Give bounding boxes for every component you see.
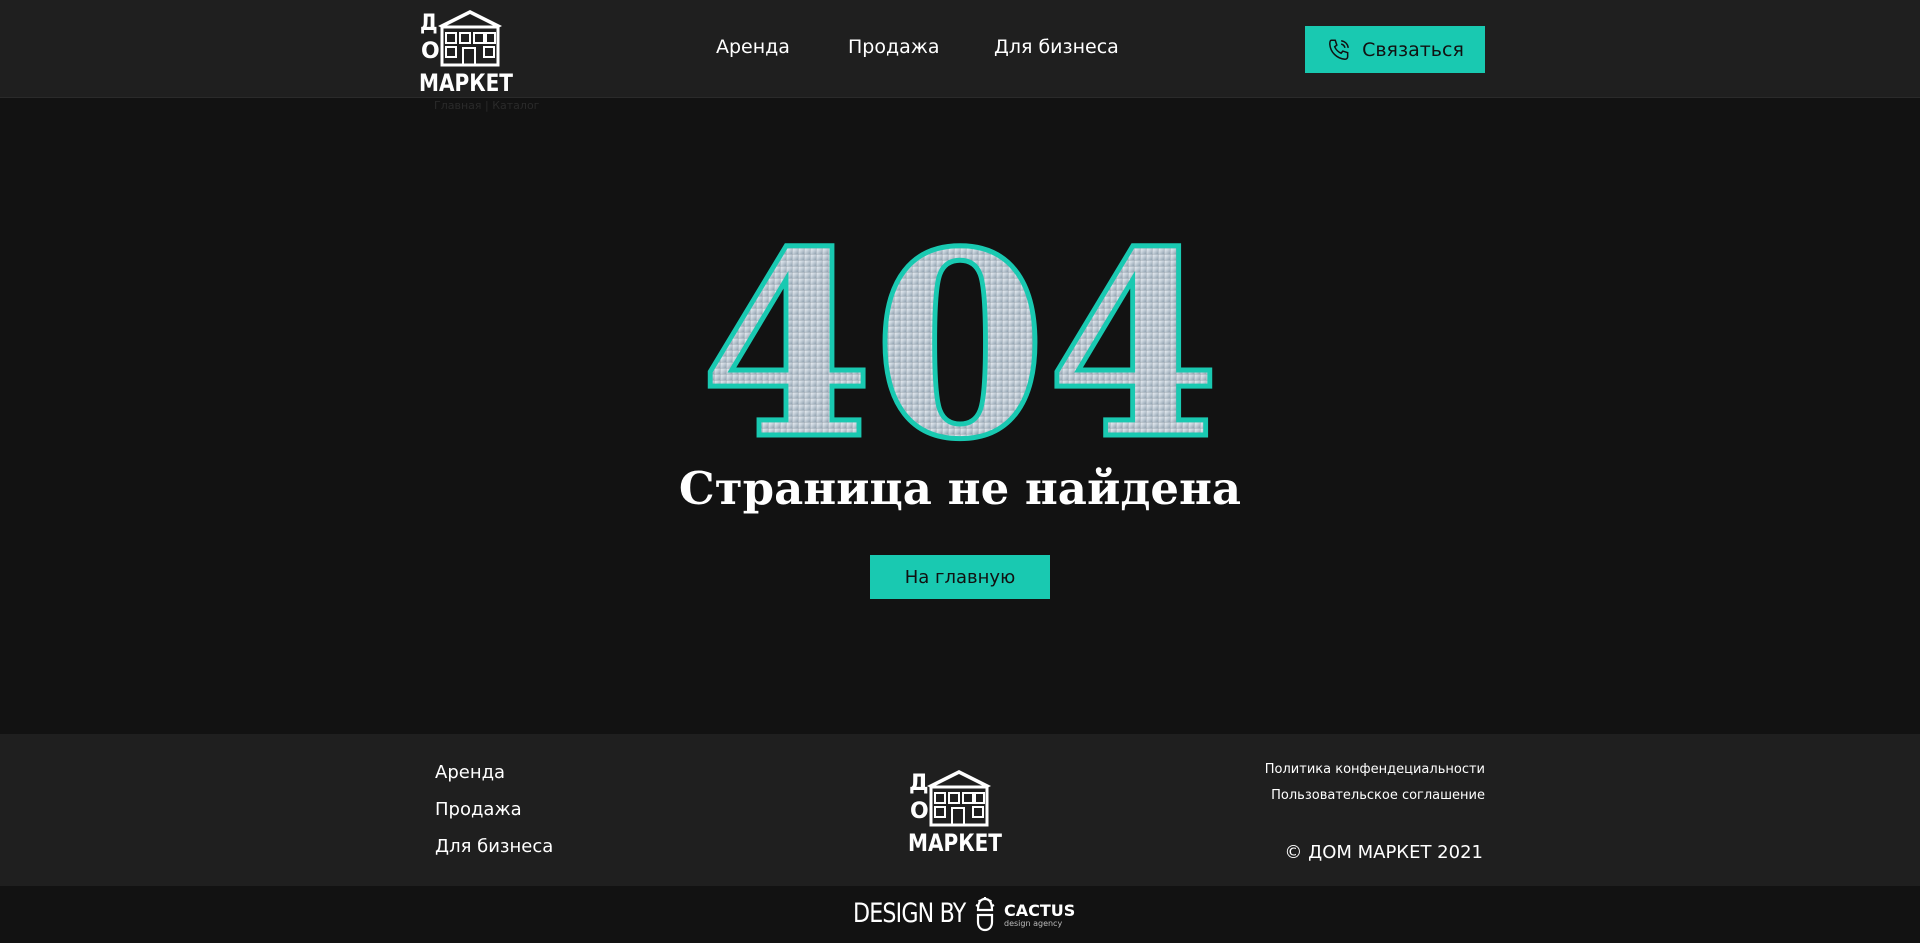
nav-business[interactable]: Для бизнеса [994,36,1119,58]
svg-text:МАРКЕТ: МАРКЕТ [419,69,514,94]
svg-text:Д: Д [420,11,438,36]
page-title: Страница не найдена [678,462,1242,515]
site-header: Д О МАРКЕТ Аренда Продажа Для бизнеса Св… [0,0,1920,98]
svg-text:Д: Д [909,771,929,796]
agency-name: CACTUS [1004,901,1076,920]
privacy-policy-link[interactable]: Политика конфендециальности [1265,762,1485,777]
svg-text:МАРКЕТ: МАРКЕТ [908,829,1003,854]
error-code-graphic: 404 [690,195,1230,499]
svg-text:О: О [910,799,929,824]
home-button[interactable]: На главную [870,555,1050,599]
design-credit-bar: DESIGN BY CACTUS design agency [0,886,1920,943]
phone-icon [1329,38,1350,60]
site-footer: Аренда Продажа Для бизнеса Д О МАРКЕТ По… [0,734,1920,886]
contact-button[interactable]: Связаться [1305,26,1485,73]
agency-subtitle: design agency [1004,919,1063,928]
building-404-icon: 404 [698,195,1223,499]
footer-nav-business[interactable]: Для бизнеса [435,836,553,857]
footer-nav-rent[interactable]: Аренда [435,762,505,783]
footer-nav-sale[interactable]: Продажа [435,799,522,820]
main-nav: Аренда Продажа Для бизнеса [0,36,1920,64]
user-agreement-link[interactable]: Пользовательское соглашение [1271,788,1485,803]
cactus-icon[interactable] [972,896,998,932]
nav-sale[interactable]: Продажа [848,36,940,58]
design-by-label: DESIGN BY [853,898,966,929]
contact-button-label: Связаться [1362,38,1464,61]
house-logo-icon: Д О МАРКЕТ [908,770,1003,857]
footer-logo[interactable]: Д О МАРКЕТ [907,766,1003,857]
copyright: © ДОМ МАРКЕТ 2021 [1284,842,1483,863]
nav-rent[interactable]: Аренда [716,36,790,58]
breadcrumb: Главная | Каталог [434,99,540,112]
error-code: 404 [700,230,1220,450]
